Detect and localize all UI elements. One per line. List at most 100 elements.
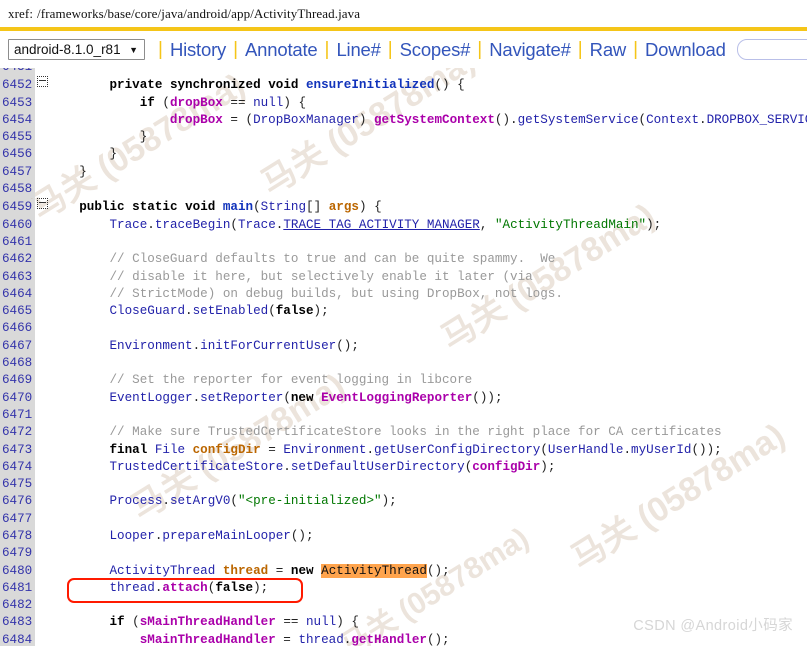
code-token: } bbox=[49, 147, 118, 162]
line-number[interactable]: 6457 bbox=[0, 163, 35, 182]
xref-header: xref: /frameworks/base/core/java/android… bbox=[0, 0, 807, 27]
code-token: ( bbox=[540, 442, 548, 457]
code-token: ); bbox=[313, 304, 329, 319]
code-token: File bbox=[154, 442, 186, 457]
line-number[interactable]: 6481 bbox=[0, 579, 35, 598]
code-token: ( bbox=[230, 217, 238, 232]
code-token: } bbox=[49, 164, 87, 179]
code-token: static bbox=[132, 200, 178, 215]
code-token: (); bbox=[290, 528, 314, 543]
code-viewer[interactable]: 6451 6452 private synchronized void ensu… bbox=[0, 68, 807, 646]
line-number[interactable]: 6461 bbox=[0, 233, 35, 252]
code-token: ) bbox=[358, 112, 374, 127]
code-token: DROPBOX_SERVICE bbox=[706, 112, 807, 127]
toolbar-link-scopes[interactable]: Scopes# bbox=[397, 39, 474, 61]
line-number[interactable]: 6473 bbox=[0, 441, 35, 459]
line-number[interactable]: 6469 bbox=[0, 372, 35, 390]
line-number[interactable]: 6467 bbox=[0, 337, 35, 356]
code-token: (). bbox=[494, 112, 518, 127]
line-number[interactable]: 6483 bbox=[0, 614, 35, 632]
code-token: setDefaultUserDirectory bbox=[290, 459, 465, 474]
code-token: () { bbox=[434, 78, 465, 93]
version-select[interactable]: android-8.1.0_r81 bbox=[8, 39, 145, 60]
line-number[interactable]: 6468 bbox=[0, 355, 35, 373]
code-token: sMainThreadHandler bbox=[139, 632, 276, 646]
line-number[interactable]: 6476 bbox=[0, 493, 35, 511]
line-number[interactable]: 6480 bbox=[0, 562, 35, 580]
line-number[interactable]: 6484 bbox=[0, 631, 35, 646]
source-code[interactable]: 6451 6452 private synchronized void ensu… bbox=[0, 68, 807, 646]
toolbar-link-raw[interactable]: Raw bbox=[587, 39, 629, 61]
line-number[interactable]: 6453 bbox=[0, 94, 35, 112]
line-number[interactable]: 6456 bbox=[0, 146, 35, 164]
toolbar-link-line-number[interactable]: Line# bbox=[333, 39, 383, 61]
line-number[interactable]: 6479 bbox=[0, 545, 35, 563]
line-number[interactable]: 6454 bbox=[0, 111, 35, 130]
line-number[interactable]: 6478 bbox=[0, 527, 35, 546]
code-token: getSystemContext bbox=[374, 112, 495, 127]
line-number[interactable]: 6475 bbox=[0, 476, 35, 494]
line-number[interactable]: 6471 bbox=[0, 406, 35, 425]
code-token: EventLogger bbox=[109, 390, 193, 405]
code-token: null bbox=[253, 95, 284, 110]
version-select-wrapper[interactable]: android-8.1.0_r81 ▼ bbox=[8, 39, 145, 60]
code-fold-icon[interactable] bbox=[35, 76, 49, 93]
code-token: (); bbox=[426, 563, 450, 578]
line-number[interactable]: 6455 bbox=[0, 129, 35, 147]
toolbar-separator: | bbox=[387, 39, 393, 60]
code-token: false bbox=[275, 304, 314, 319]
code-token: ()); bbox=[472, 390, 503, 405]
line-number[interactable]: 6482 bbox=[0, 597, 35, 615]
code-fold-icon[interactable] bbox=[35, 198, 49, 215]
code-token: ensureInitialized bbox=[306, 78, 435, 93]
line-number[interactable]: 6472 bbox=[0, 424, 35, 442]
code-token: Environment bbox=[283, 442, 367, 457]
file-path: /frameworks/base/core/java/android/app/A… bbox=[37, 5, 361, 21]
code-token: getUserConfigDirectory bbox=[374, 442, 541, 457]
code-token: // StrictMode) on debug builds, but usin… bbox=[49, 286, 563, 301]
line-number[interactable]: 6466 bbox=[0, 320, 35, 338]
code-token: [] bbox=[306, 200, 329, 215]
code-token: UserHandle bbox=[547, 442, 624, 457]
line-number[interactable]: 6459 bbox=[0, 199, 35, 217]
code-token: // CloseGuard defaults to true and can b… bbox=[49, 252, 556, 267]
line-number[interactable]: 6451 bbox=[0, 68, 35, 77]
code-token: ( bbox=[283, 390, 291, 405]
toolbar-link-download[interactable]: Download bbox=[642, 39, 729, 61]
code-token: ActivityThread bbox=[109, 563, 216, 578]
code-token: thread bbox=[109, 580, 155, 595]
code-token: ); bbox=[381, 494, 397, 509]
code-token: false bbox=[215, 580, 254, 595]
toolbar-separator: | bbox=[324, 39, 330, 60]
search-input[interactable] bbox=[736, 39, 807, 60]
code-token: ); bbox=[253, 580, 269, 595]
code-token: ( bbox=[638, 112, 647, 127]
toolbar-link-annotate[interactable]: Annotate bbox=[242, 39, 320, 61]
code-token: == bbox=[222, 95, 254, 110]
code-token: EventLoggingReporter bbox=[321, 390, 473, 405]
line-number[interactable]: 6458 bbox=[0, 181, 35, 199]
line-number[interactable]: 6470 bbox=[0, 389, 35, 407]
code-token: configDir bbox=[472, 459, 541, 474]
line-number[interactable]: 6460 bbox=[0, 216, 35, 234]
line-number[interactable]: 6465 bbox=[0, 303, 35, 321]
code-token: traceBegin bbox=[154, 217, 231, 232]
line-number[interactable]: 6464 bbox=[0, 285, 35, 304]
line-number[interactable]: 6463 bbox=[0, 268, 35, 286]
line-number[interactable]: 6477 bbox=[0, 510, 35, 528]
toolbar-link-history[interactable]: History bbox=[167, 39, 229, 61]
code-token: = bbox=[275, 632, 299, 646]
toolbar-link-navigate[interactable]: Navigate# bbox=[486, 39, 574, 61]
code-token: Context bbox=[646, 112, 699, 127]
code-token: Trace bbox=[109, 217, 148, 232]
line-number[interactable]: 6462 bbox=[0, 251, 35, 269]
line-number[interactable]: 6452 bbox=[0, 77, 35, 95]
line-number[interactable]: 6474 bbox=[0, 458, 35, 477]
code-token: , bbox=[479, 217, 495, 232]
